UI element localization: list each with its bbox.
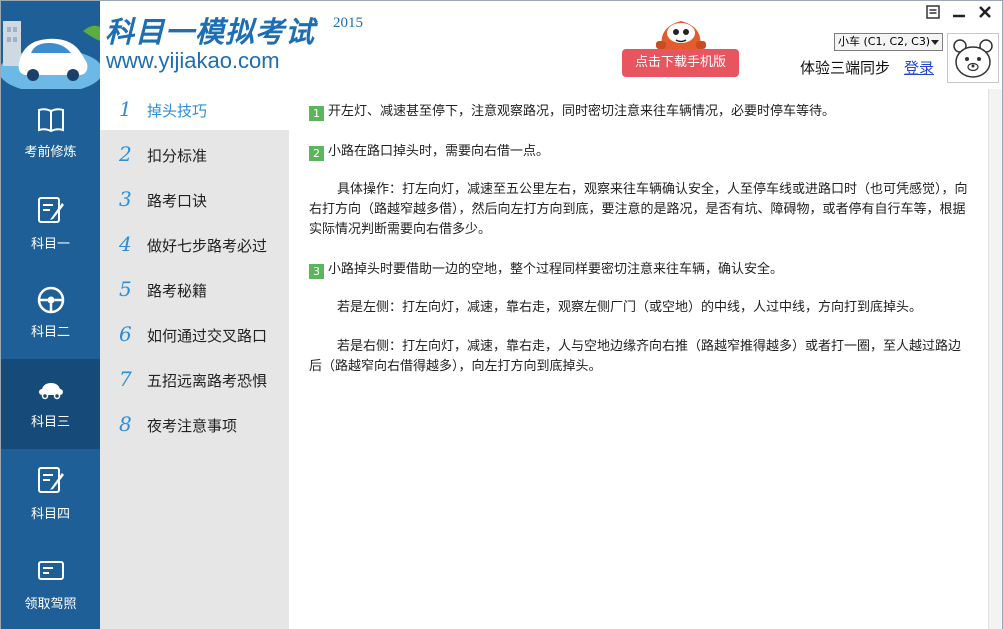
car-type-select[interactable]: 小车 (C1, C2, C3) (834, 33, 943, 51)
sub-item-number: 5 (119, 277, 132, 301)
paragraph: 若是左侧：打左向灯，减速，靠右走，观察左侧厂门（或空地）的中线，人过中线，方向打… (337, 300, 923, 315)
sub-menu: 1 掉头技巧 2 扣分标准 3 路考口诀 4 做好七步路考必过 5 路考秘籍 6… (100, 89, 289, 629)
download-area: 点击下载手机版 (622, 11, 740, 79)
sub-item-number: 7 (119, 367, 132, 391)
sub-item-number: 4 (119, 232, 132, 256)
nav-item-label: 领取驾照 (24, 597, 77, 612)
sub-item-label: 路考口诀 (147, 192, 208, 210)
sub-item-fear[interactable]: 7 五招远离路考恐惧 (100, 359, 289, 400)
paragraph: 2 小路在路口掉头时，需要向右借一点。 (309, 142, 969, 162)
nav-item-prep[interactable]: 考前修炼 (1, 89, 100, 179)
download-mobile-button[interactable]: 点击下载手机版 (622, 49, 739, 77)
left-nav: 考前修炼 科目一 科目二 科目三 科目四 领取驾照 (1, 89, 100, 629)
menu-button[interactable] (924, 3, 942, 21)
sub-item-label: 如何通过交叉路口 (147, 327, 268, 345)
sub-item-number: 2 (119, 142, 132, 166)
paragraph: 若是右侧：打左向灯，减速，靠右走，人与空地边缘齐向右推（路越窄推得越多）或者打一… (309, 339, 962, 374)
paragraph-text: 开左灯、减速甚至停下，注意观察路况，同时密切注意来往车辆情况，必要时停车等待。 (328, 104, 836, 119)
site-url[interactable]: www.yijiakao.com (106, 48, 280, 74)
app-logo (1, 1, 100, 89)
paragraph: 1 开左灯、减速甚至停下，注意观察路况，同时密切注意来往车辆情况，必要时停车等待。 (309, 102, 969, 122)
sub-item-number: 6 (119, 322, 132, 346)
sub-item-number: 3 (119, 187, 132, 211)
sub-item-intersection[interactable]: 6 如何通过交叉路口 (100, 314, 289, 355)
sub-item-label: 路考秘籍 (147, 282, 208, 300)
sub-item-number: 1 (119, 97, 132, 121)
nav-item-label: 考前修炼 (24, 145, 77, 160)
nav-item-subject-3[interactable]: 科目三 (1, 359, 100, 449)
sync-text: 体验三端同步 (800, 59, 891, 77)
login-link[interactable]: 登录 (904, 57, 934, 78)
nav-item-subject-1[interactable]: 科目一 (1, 179, 100, 269)
sub-item-seven-steps[interactable]: 4 做好七步路考必过 (100, 224, 289, 265)
edit-icon (38, 197, 64, 223)
app-year: 2015 (333, 15, 363, 31)
app-window: 科目一模拟考试 2015 www.yijiakao.com 点击下载手机版 小车… (0, 0, 1003, 629)
step-badge: 1 (309, 106, 324, 121)
vertical-scrollbar[interactable] (988, 89, 1002, 629)
step-badge: 2 (309, 146, 324, 161)
steering-wheel-icon (37, 286, 65, 314)
close-button[interactable] (976, 3, 994, 21)
nav-item-subject-4[interactable]: 科目四 (1, 449, 100, 539)
header: 科目一模拟考试 2015 www.yijiakao.com 点击下载手机版 小车… (1, 1, 1002, 89)
chevron-down-icon (931, 40, 939, 45)
car-type-value: 小车 (C1, C2, C3) (838, 35, 931, 48)
sub-item-secrets[interactable]: 5 路考秘籍 (100, 269, 289, 310)
sub-item-rhyme[interactable]: 3 路考口诀 (100, 179, 289, 220)
article-content: 1 开左灯、减速甚至停下，注意观察路况，同时密切注意来往车辆情况，必要时停车等待。… (289, 89, 989, 629)
paragraph-text: 小路在路口掉头时，需要向右借一点。 (328, 144, 550, 159)
sub-item-label: 夜考注意事项 (147, 417, 238, 435)
nav-item-label: 科目一 (30, 237, 70, 252)
menu-icon (926, 5, 940, 19)
license-card-icon (38, 561, 64, 580)
step-badge: 3 (309, 264, 324, 279)
avatar[interactable] (947, 33, 999, 83)
edit-icon (38, 467, 64, 493)
window-controls (924, 3, 994, 21)
paragraph-text: 小路掉头时要借助一边的空地，整个过程同样要密切注意来往车辆，确认安全。 (328, 262, 784, 277)
sub-item-label: 做好七步路考必过 (147, 237, 268, 255)
app-title: 科目一模拟考试 (105, 15, 316, 49)
car-icon (39, 383, 63, 400)
paragraph: 具体操作：打左向灯，减速至五公里左右，观察来往车辆确认安全，人至停车线或进路口时… (309, 182, 968, 237)
sub-item-label: 扣分标准 (147, 147, 208, 165)
close-icon (979, 6, 991, 18)
paragraph: 3 小路掉头时要借助一边的空地，整个过程同样要密切注意来往车辆，确认安全。 (309, 260, 969, 280)
mascot-car-icon (656, 21, 706, 49)
nav-item-label: 科目四 (30, 507, 70, 522)
nav-item-label: 科目三 (30, 415, 70, 430)
bear-avatar-icon (953, 39, 993, 78)
sub-item-label: 掉头技巧 (147, 102, 208, 120)
nav-item-license[interactable]: 领取驾照 (1, 539, 100, 629)
minimize-button[interactable] (950, 3, 968, 21)
sub-item-label: 五招远离路考恐惧 (147, 372, 268, 390)
sub-item-deduction[interactable]: 2 扣分标准 (100, 134, 289, 175)
sub-item-u-turn[interactable]: 1 掉头技巧 (100, 89, 289, 130)
nav-item-subject-2[interactable]: 科目二 (1, 269, 100, 359)
minimize-icon (953, 14, 965, 18)
book-icon (38, 108, 64, 133)
sub-item-night-exam[interactable]: 8 夜考注意事项 (100, 404, 289, 445)
nav-item-label: 科目二 (30, 325, 70, 340)
sub-item-number: 8 (119, 412, 132, 436)
